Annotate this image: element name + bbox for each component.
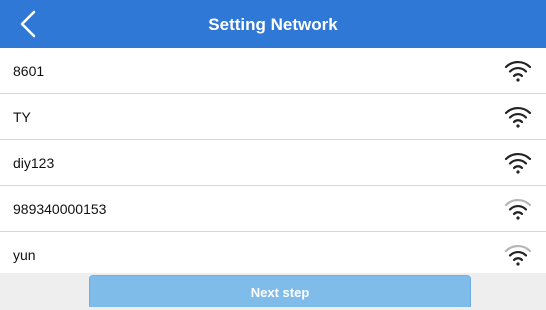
- wifi-icon: [504, 60, 532, 82]
- next-step-button[interactable]: Next step: [89, 275, 471, 307]
- network-name: yun: [13, 247, 36, 263]
- network-row[interactable]: 8601: [0, 48, 546, 94]
- wifi-icon: [504, 106, 532, 128]
- page-title: Setting Network: [208, 15, 338, 34]
- wifi-icon: [504, 198, 532, 220]
- network-name: diy123: [13, 155, 55, 171]
- wifi-icon: [504, 152, 532, 174]
- network-row[interactable]: yun: [0, 232, 546, 277]
- network-row[interactable]: 989340000153: [0, 186, 546, 232]
- network-row[interactable]: diy123: [0, 140, 546, 186]
- network-name: 8601: [13, 63, 45, 79]
- footer-bar: Next step: [0, 273, 546, 307]
- network-name: 989340000153: [13, 201, 107, 217]
- network-row[interactable]: TY: [0, 94, 546, 140]
- network-name: TY: [13, 109, 31, 125]
- wifi-icon: [504, 244, 532, 266]
- network-list: 8601 TY diy123 989340000153 yun: [0, 48, 546, 277]
- header-bar: Setting Network: [0, 0, 546, 48]
